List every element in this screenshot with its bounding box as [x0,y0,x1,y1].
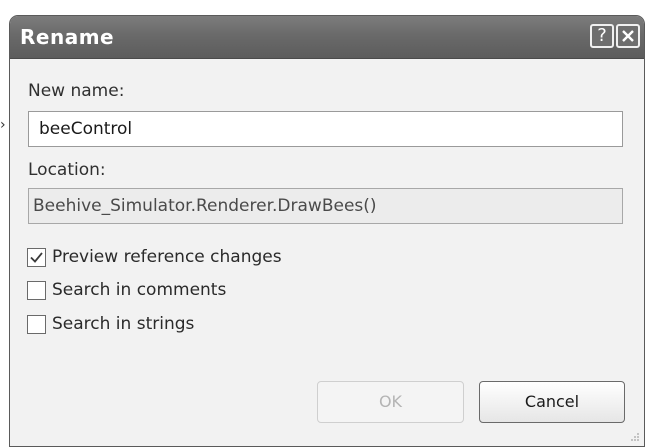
search-in-strings-label: Search in strings [52,314,195,334]
preview-reference-changes-label: Preview reference changes [52,247,282,267]
dialog-body: New name: Location: Beehive_Simulator.Re… [10,59,644,446]
location-field: Beehive_Simulator.Renderer.DrawBees() [28,188,623,224]
checkmark-icon [30,251,43,263]
search-in-strings-option[interactable]: Search in strings [27,312,194,336]
close-button[interactable] [616,24,640,48]
search-in-comments-checkbox[interactable] [27,280,46,300]
rename-dialog: Rename ? New name: Location: Beehive_Sim… [9,15,645,447]
new-name-input[interactable] [28,111,623,147]
resize-grip-icon[interactable] [630,432,640,442]
search-in-comments-option[interactable]: Search in comments [27,278,226,302]
screenshot-stage: › Rename ? New name: Location: Beehive_S… [0,0,645,447]
ok-button[interactable]: OK [317,381,464,423]
search-in-strings-checkbox[interactable] [27,314,46,334]
location-label: Location: [28,160,106,180]
dialog-title: Rename [20,25,115,49]
help-button[interactable]: ? [590,24,614,48]
close-icon [622,30,634,42]
cancel-button[interactable]: Cancel [479,381,625,423]
preview-reference-changes-option[interactable]: Preview reference changes [27,245,282,269]
title-bar[interactable]: Rename ? [10,16,644,59]
pointer-arrow-icon: › [0,117,6,133]
search-in-comments-label: Search in comments [52,280,227,300]
new-name-label: New name: [28,81,125,101]
preview-reference-changes-checkbox[interactable] [27,247,46,267]
